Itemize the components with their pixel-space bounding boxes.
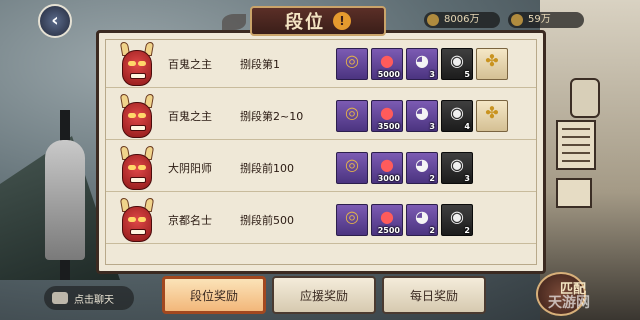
item-count: 2 — [429, 226, 435, 235]
item-count: 5000 — [377, 70, 400, 79]
reward-items: ◎ ● 2500 ◕ 2 ◉ 2 — [336, 204, 473, 236]
daruma-icon[interactable]: ◕ 2 — [406, 152, 438, 184]
ring-relic-icon[interactable]: ◎ — [336, 204, 368, 236]
tab-label: 应援奖励 — [299, 288, 348, 303]
chat-bubble-icon — [52, 292, 68, 304]
daruma-icon[interactable]: ◕ 3 — [406, 48, 438, 80]
reward-row: 大阴阳师 捌段前100 ◎ ● 3000 ◕ 2 ◉ 3 — [106, 144, 536, 192]
title-decoration-icon — [222, 14, 246, 30]
chat-label: 点击聊天 — [74, 294, 114, 306]
resource-pill-1: 8006万 — [424, 12, 500, 28]
resource-pill-2: 59万 — [508, 12, 584, 28]
coin-icon — [427, 14, 439, 26]
reward-row: 百鬼之主 捌段第1 ◎ ● 5000 ◕ 3 ◉ 5 ✤ — [106, 40, 536, 88]
ring-relic-icon[interactable]: ◎ — [336, 48, 368, 80]
daruma-icon[interactable]: ◕ 3 — [406, 100, 438, 132]
page-title: 段位 ! — [250, 6, 386, 36]
black-daruma-mask-icon[interactable]: ◉ 2 — [441, 204, 473, 236]
reward-row: 京都名士 捌段前500 ◎ ● 2500 ◕ 2 ◉ 2 — [106, 196, 536, 244]
black-daruma-mask-icon[interactable]: ◉ 5 — [441, 48, 473, 80]
item-count: 3000 — [377, 174, 400, 183]
reward-items: ◎ ● 5000 ◕ 3 ◉ 5 ✤ — [336, 48, 508, 80]
red-orb-icon[interactable]: ● 2500 — [371, 204, 403, 236]
background-character — [45, 140, 85, 260]
back-arrow-icon: ‹ — [51, 10, 59, 31]
item-count: 5 — [464, 70, 470, 79]
resource-1-value: 8006万 — [444, 14, 480, 25]
row-title: 大阴阳师 — [168, 162, 212, 175]
row-rank: 捌段第2~10 — [240, 110, 304, 123]
item-count: 2 — [464, 226, 470, 235]
row-rank: 捌段第1 — [240, 58, 280, 71]
item-count: 4 — [464, 122, 470, 131]
tab-label: 段位奖励 — [189, 288, 238, 303]
resource-2-value: 59万 — [528, 14, 551, 25]
tab-label: 每日奖励 — [409, 288, 458, 303]
item-count: 3500 — [377, 122, 400, 131]
lantern-icon — [570, 78, 600, 118]
oni-mask-icon — [119, 94, 155, 138]
tab-daily-rewards[interactable]: 每日奖励 — [382, 276, 486, 314]
gold-gem-icon[interactable]: ✤ — [476, 100, 508, 132]
row-rank: 捌段前500 — [240, 214, 294, 227]
reward-items: ◎ ● 3000 ◕ 2 ◉ 3 — [336, 152, 473, 184]
gold-gem-icon[interactable]: ✤ — [476, 48, 508, 80]
chat-button[interactable]: 点击聊天 — [44, 286, 134, 310]
tab-rank-rewards[interactable]: 段位奖励 — [162, 276, 266, 314]
oni-mask-icon — [119, 146, 155, 190]
row-rank: 捌段前100 — [240, 162, 294, 175]
oni-mask-icon — [119, 198, 155, 242]
hanging-sign-icon — [556, 120, 596, 170]
reward-row: 百鬼之主 捌段第2~10 ◎ ● 3500 ◕ 3 ◉ 4 ✤ — [106, 92, 536, 140]
oni-mask-icon — [119, 42, 155, 86]
info-icon[interactable]: ! — [333, 12, 351, 30]
page-title-text: 段位 — [285, 12, 325, 33]
item-count: 2500 — [377, 226, 400, 235]
hanging-sign-lower-icon — [556, 178, 592, 208]
rewards-panel: 百鬼之主 捌段第1 ◎ ● 5000 ◕ 3 ◉ 5 ✤ 百鬼之主 捌段第2~10 ◎ ● 3500 ◕ 3 ◉ 4… — [96, 30, 546, 274]
red-orb-icon[interactable]: ● 3500 — [371, 100, 403, 132]
row-title: 百鬼之主 — [168, 58, 212, 71]
item-count: 3 — [464, 174, 470, 183]
item-count: 3 — [429, 122, 435, 131]
daruma-icon[interactable]: ◕ 2 — [406, 204, 438, 236]
red-orb-icon[interactable]: ● 3000 — [371, 152, 403, 184]
black-daruma-mask-icon[interactable]: ◉ 4 — [441, 100, 473, 132]
item-count: 2 — [429, 174, 435, 183]
watermark: 天游网 — [548, 295, 590, 311]
row-title: 百鬼之主 — [168, 110, 212, 123]
red-orb-icon[interactable]: ● 5000 — [371, 48, 403, 80]
ring-relic-icon[interactable]: ◎ — [336, 100, 368, 132]
rewards-panel-inner: 百鬼之主 捌段第1 ◎ ● 5000 ◕ 3 ◉ 5 ✤ 百鬼之主 捌段第2~10 ◎ ● 3500 ◕ 3 ◉ 4… — [105, 39, 537, 265]
row-title: 京都名士 — [168, 214, 212, 227]
reward-items: ◎ ● 3500 ◕ 3 ◉ 4 ✤ — [336, 100, 508, 132]
coin-icon — [511, 14, 523, 26]
item-count: 3 — [429, 70, 435, 79]
back-button[interactable]: ‹ — [38, 4, 72, 38]
ring-relic-icon[interactable]: ◎ — [336, 152, 368, 184]
black-daruma-mask-icon[interactable]: ◉ 3 — [441, 152, 473, 184]
tab-support-rewards[interactable]: 应援奖励 — [272, 276, 376, 314]
